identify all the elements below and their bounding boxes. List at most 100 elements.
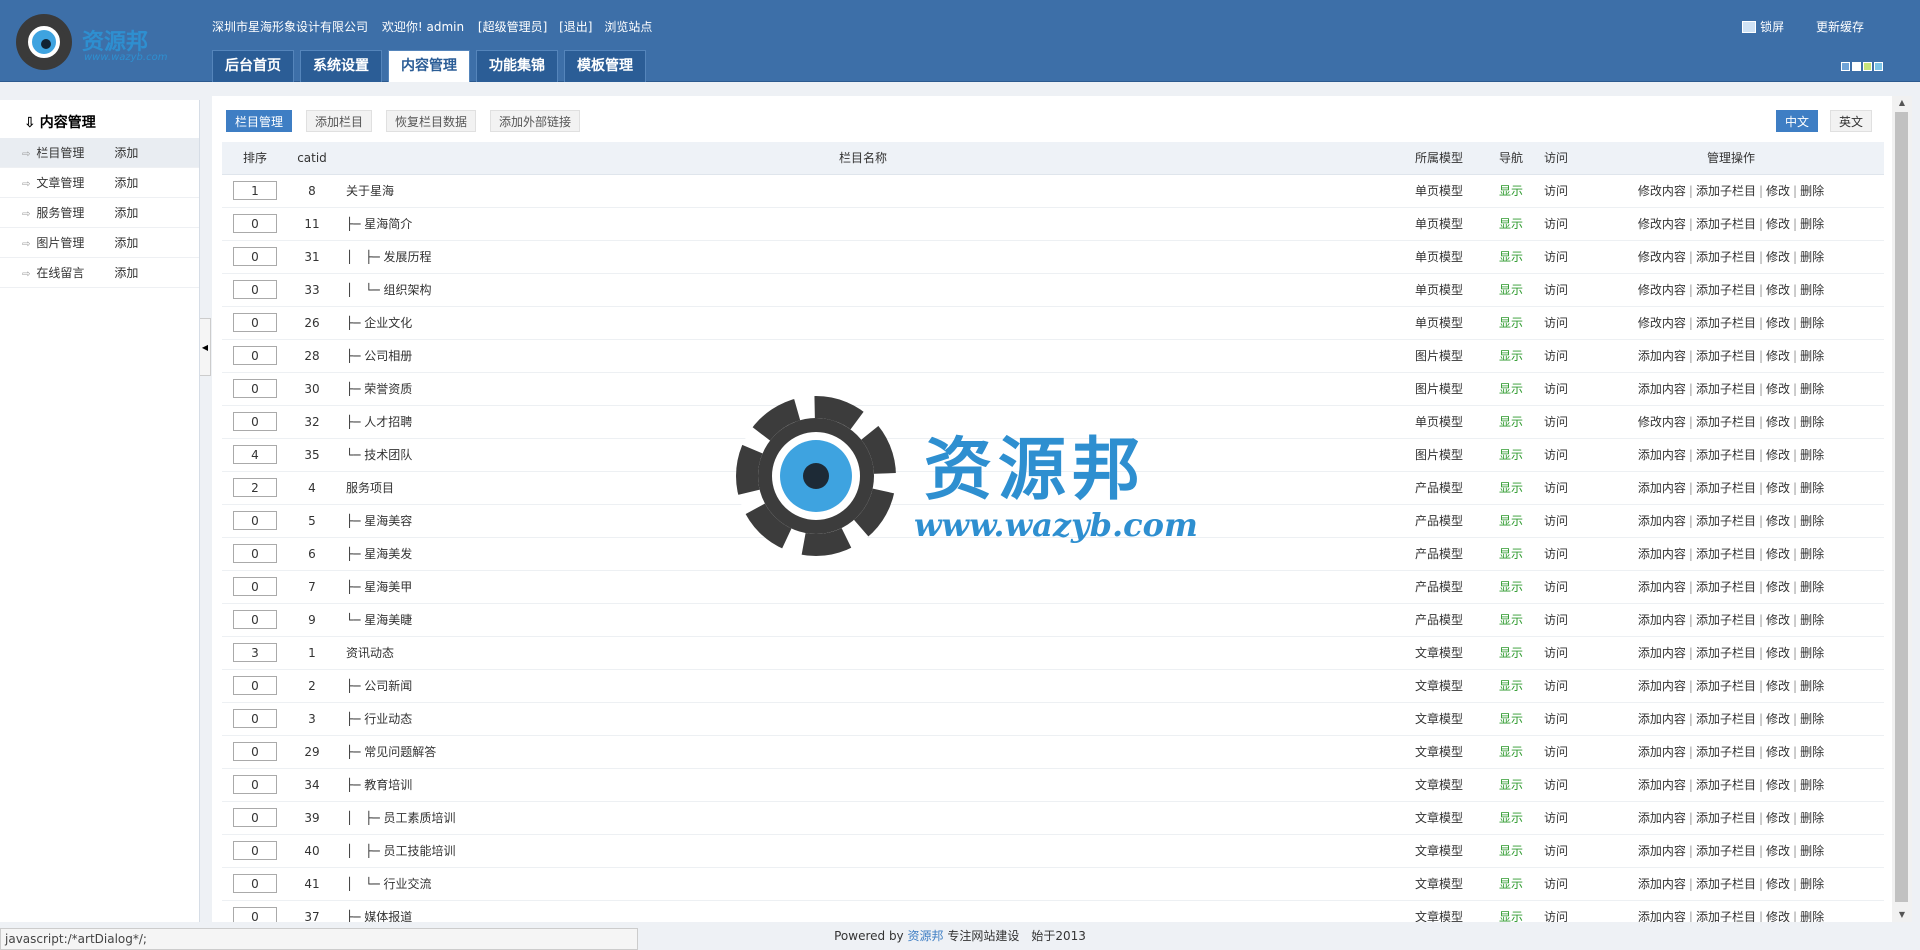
order-input[interactable] [233,478,277,497]
visit-link[interactable]: 访问 [1534,768,1578,802]
logout-link[interactable]: [退出] [559,20,592,34]
op-link[interactable]: 添加子栏目 [1696,448,1756,462]
sidebar-item[interactable]: ⇨ 服务管理 添加 [0,198,199,228]
op-link[interactable]: 添加内容 [1638,613,1686,627]
op-link[interactable]: 添加内容 [1638,811,1686,825]
op-link[interactable]: 添加子栏目 [1696,580,1756,594]
op-link[interactable]: 添加子栏目 [1696,415,1756,429]
order-input[interactable] [233,775,277,794]
op-link[interactable]: 删除 [1800,745,1824,759]
op-link[interactable]: 修改内容 [1638,316,1686,330]
visit-link[interactable]: 访问 [1534,372,1578,406]
nav-show-link[interactable]: 显示 [1488,768,1534,802]
op-link[interactable]: 添加内容 [1638,877,1686,891]
nav-show-link[interactable]: 显示 [1488,174,1534,208]
op-link[interactable]: 修改 [1766,316,1790,330]
nav-show-link[interactable]: 显示 [1488,636,1534,670]
skin-swatch[interactable] [1841,62,1850,71]
op-link[interactable]: 修改内容 [1638,283,1686,297]
op-link[interactable]: 添加子栏目 [1696,283,1756,297]
visit-link[interactable]: 访问 [1534,405,1578,439]
op-link[interactable]: 修改 [1766,844,1790,858]
op-link[interactable]: 添加子栏目 [1696,514,1756,528]
op-link[interactable]: 删除 [1800,613,1824,627]
op-link[interactable]: 删除 [1800,778,1824,792]
visit-link[interactable]: 访问 [1534,735,1578,769]
order-input[interactable] [233,181,277,200]
op-link[interactable]: 修改 [1766,349,1790,363]
op-link[interactable]: 修改 [1766,250,1790,264]
op-link[interactable]: 添加内容 [1638,448,1686,462]
order-input[interactable] [233,676,277,695]
op-link[interactable]: 添加内容 [1638,745,1686,759]
visit-link[interactable]: 访问 [1534,570,1578,604]
op-link[interactable]: 删除 [1800,481,1824,495]
op-link[interactable]: 修改 [1766,547,1790,561]
collapse-sidebar-handle[interactable]: ◀ [200,318,211,376]
op-link[interactable]: 修改 [1766,877,1790,891]
order-input[interactable] [233,214,277,233]
sidebar-item-add-link[interactable]: 添加 [114,146,138,160]
nav-show-link[interactable]: 显示 [1488,405,1534,439]
order-input[interactable] [233,412,277,431]
visit-link[interactable]: 访问 [1534,438,1578,472]
op-link[interactable]: 删除 [1800,712,1824,726]
op-link[interactable]: 删除 [1800,184,1824,198]
sidebar-item-add-link[interactable]: 添加 [114,236,138,250]
op-link[interactable]: 添加内容 [1638,580,1686,594]
op-link[interactable]: 添加内容 [1638,844,1686,858]
visit-link[interactable]: 访问 [1534,504,1578,538]
op-link[interactable]: 添加子栏目 [1696,481,1756,495]
nav-show-link[interactable]: 显示 [1488,735,1534,769]
op-link[interactable]: 添加内容 [1638,382,1686,396]
op-link[interactable]: 修改 [1766,448,1790,462]
nav-show-link[interactable]: 显示 [1488,471,1534,505]
op-link[interactable]: 添加子栏目 [1696,547,1756,561]
op-link[interactable]: 删除 [1800,547,1824,561]
order-input[interactable] [233,247,277,266]
nav-show-link[interactable]: 显示 [1488,339,1534,373]
op-link[interactable]: 添加内容 [1638,481,1686,495]
visit-link[interactable]: 访问 [1534,471,1578,505]
op-link[interactable]: 删除 [1800,349,1824,363]
op-link[interactable]: 添加子栏目 [1696,811,1756,825]
op-link[interactable]: 修改 [1766,217,1790,231]
op-link[interactable]: 修改内容 [1638,250,1686,264]
visit-link[interactable]: 访问 [1534,339,1578,373]
op-link[interactable]: 修改 [1766,811,1790,825]
sidebar-item-label[interactable]: 图片管理 [36,228,114,258]
order-input[interactable] [233,313,277,332]
nav-show-link[interactable]: 显示 [1488,702,1534,736]
op-link[interactable]: 添加内容 [1638,778,1686,792]
op-link[interactable]: 添加子栏目 [1696,316,1756,330]
nav-show-link[interactable]: 显示 [1488,306,1534,340]
skin-swatch[interactable] [1863,62,1872,71]
order-input[interactable] [233,841,277,860]
visit-link[interactable]: 访问 [1534,603,1578,637]
sidebar-item-label[interactable]: 栏目管理 [36,138,114,168]
scroll-up-icon[interactable]: ▲ [1892,96,1912,110]
op-link[interactable]: 删除 [1800,514,1824,528]
op-link[interactable]: 删除 [1800,646,1824,660]
role-link[interactable]: [超级管理员] [478,20,547,34]
order-input[interactable] [233,379,277,398]
lang-button[interactable]: 英文 [1829,110,1872,132]
refresh-cache-button[interactable]: 更新缓存 [1816,20,1864,34]
visit-link[interactable]: 访问 [1534,636,1578,670]
op-link[interactable]: 修改 [1766,712,1790,726]
sidebar-item-label[interactable]: 在线留言 [36,258,114,288]
order-input[interactable] [233,577,277,596]
op-link[interactable]: 修改内容 [1638,415,1686,429]
nav-show-link[interactable]: 显示 [1488,801,1534,835]
op-link[interactable]: 添加子栏目 [1696,349,1756,363]
order-input[interactable] [233,907,277,922]
scroll-down-icon[interactable]: ▼ [1892,908,1912,922]
op-link[interactable]: 修改 [1766,613,1790,627]
op-link[interactable]: 添加子栏目 [1696,184,1756,198]
subnav-button[interactable]: 添加外部链接 [490,110,581,132]
nav-show-link[interactable]: 显示 [1488,273,1534,307]
lang-button[interactable]: 中文 [1775,110,1818,132]
op-link[interactable]: 添加子栏目 [1696,217,1756,231]
op-link[interactable]: 添加子栏目 [1696,613,1756,627]
op-link[interactable]: 添加内容 [1638,514,1686,528]
